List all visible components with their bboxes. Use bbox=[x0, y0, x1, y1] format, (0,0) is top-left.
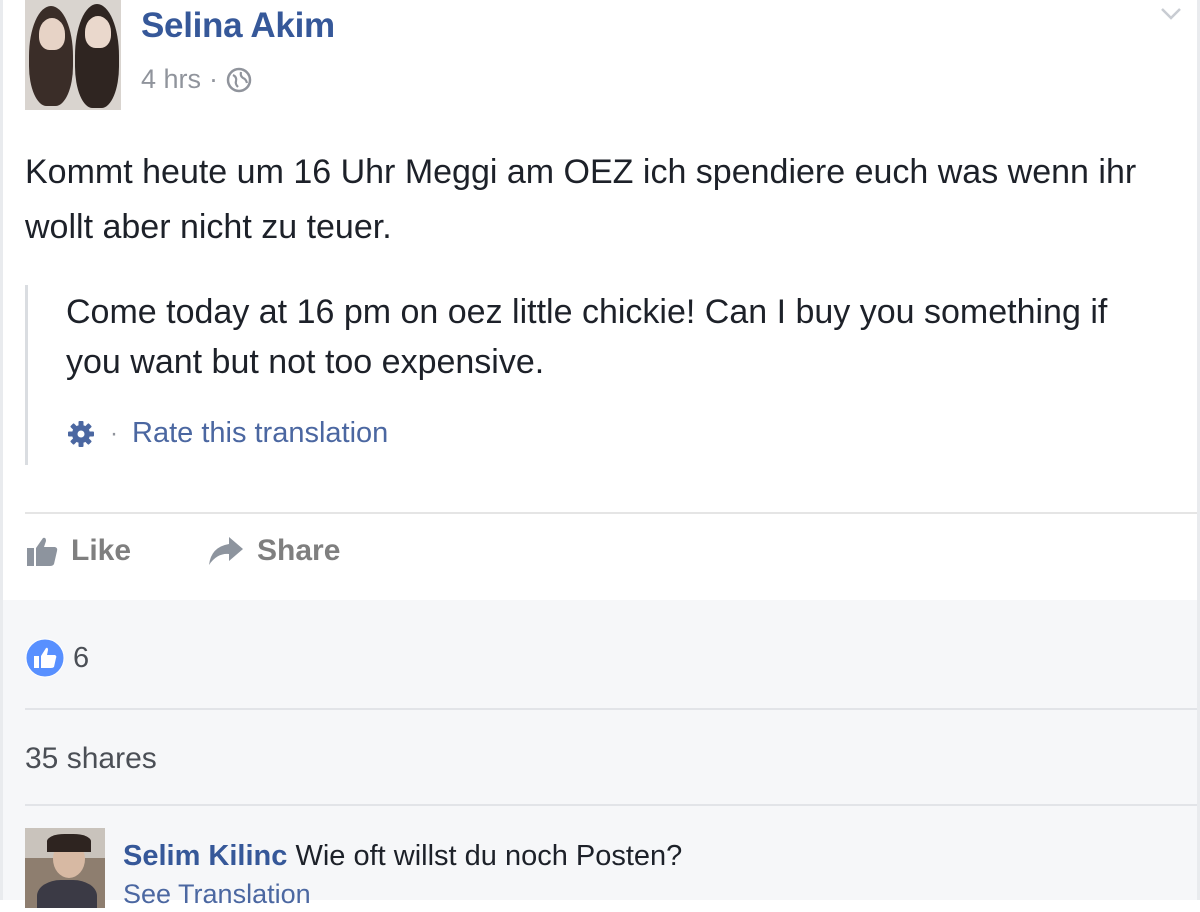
globe-icon[interactable] bbox=[226, 67, 252, 93]
share-icon bbox=[209, 537, 243, 565]
share-button[interactable]: Share bbox=[207, 534, 340, 568]
shares-count[interactable]: 35 shares bbox=[25, 742, 157, 776]
translation-text: Come today at 16 pm on oez little chicki… bbox=[66, 293, 1108, 381]
gear-icon[interactable] bbox=[66, 419, 96, 449]
post-meta: 4 hrs · bbox=[141, 64, 252, 95]
rate-translation-row: · Rate this translation bbox=[66, 417, 388, 450]
shares-divider bbox=[25, 804, 1197, 806]
rate-separator: · bbox=[110, 419, 118, 447]
share-label: Share bbox=[257, 534, 341, 567]
reaction-like-icon bbox=[25, 638, 65, 678]
rate-translation-link[interactable]: Rate this translation bbox=[132, 417, 388, 450]
like-label: Like bbox=[71, 534, 132, 567]
meta-separator: · bbox=[209, 64, 219, 94]
chevron-down-icon[interactable] bbox=[1160, 6, 1182, 22]
comment-text: Wie oft willst du noch Posten? bbox=[295, 840, 683, 872]
post-timestamp[interactable]: 4 hrs bbox=[141, 64, 201, 95]
author-name[interactable]: Selina Akim bbox=[141, 6, 335, 46]
comment-author[interactable]: Selim Kilinc bbox=[123, 840, 287, 872]
reaction-count: 6 bbox=[73, 641, 90, 674]
comment: Selim Kilinc Wie oft willst du noch Post… bbox=[123, 836, 1173, 912]
post-card: Selina Akim 4 hrs · Kommt heute um 16 Uh… bbox=[0, 0, 1200, 909]
post-text: Kommt heute um 16 Uhr Meggi am OEZ ich s… bbox=[25, 153, 1137, 246]
like-icon bbox=[27, 537, 58, 566]
actions-divider bbox=[25, 512, 1197, 514]
comment-line: Selim Kilinc Wie oft willst du noch Post… bbox=[123, 836, 1173, 876]
reactions-summary[interactable]: 6 bbox=[25, 638, 89, 678]
author-avatar[interactable] bbox=[25, 0, 121, 110]
like-button[interactable]: Like bbox=[25, 534, 131, 568]
comment-avatar[interactable] bbox=[25, 828, 105, 908]
reactions-divider bbox=[25, 708, 1197, 710]
translation-block: Come today at 16 pm on oez little chicki… bbox=[25, 285, 1178, 465]
engagement-panel: 6 35 shares Selim Kilinc Wie oft willst … bbox=[3, 600, 1197, 909]
see-translation-link[interactable]: See Translation bbox=[123, 876, 1173, 912]
